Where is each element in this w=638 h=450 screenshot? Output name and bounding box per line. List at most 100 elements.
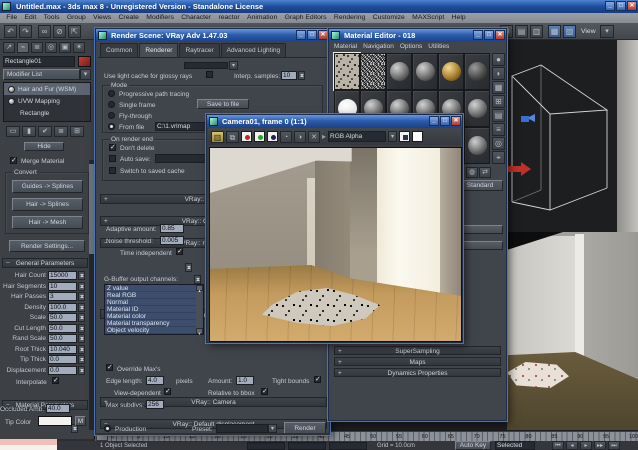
- relative-bbox-checkbox[interactable]: [261, 388, 268, 395]
- modifier-enable-icon[interactable]: [8, 98, 15, 105]
- material-slot-3[interactable]: [386, 53, 412, 90]
- gbuffer-channel-z-value[interactable]: Z value: [105, 285, 203, 292]
- truncated-control[interactable]: [184, 62, 228, 69]
- me-close-icon[interactable]: ✕: [495, 30, 505, 40]
- switch-to-saved-checkbox[interactable]: [109, 167, 116, 174]
- use-glossy-checkbox[interactable]: [206, 71, 213, 78]
- menu-reactor[interactable]: reactor: [215, 13, 243, 23]
- noise-threshold-spinner[interactable]: [194, 275, 201, 284]
- menu-tools[interactable]: Tools: [40, 13, 62, 23]
- red-channel-button[interactable]: [241, 131, 252, 142]
- clone-window-icon[interactable]: ⧉: [226, 131, 239, 143]
- tab-create-icon[interactable]: ↗: [3, 42, 15, 53]
- edge-length-field[interactable]: 4.0: [146, 376, 164, 385]
- param-spinner[interactable]: [78, 271, 85, 280]
- stack-item-hair-and-fur-wsm[interactable]: Hair and Fur (WSM): [4, 83, 90, 95]
- preset-dropdown-icon[interactable]: ▾: [268, 424, 277, 433]
- minimize-icon[interactable]: _: [605, 1, 615, 11]
- menu-file[interactable]: File: [3, 13, 20, 23]
- interpolate-checkbox[interactable]: [52, 377, 59, 384]
- menu-views[interactable]: Views: [90, 13, 114, 23]
- param-spinner[interactable]: [78, 355, 85, 364]
- me-rollout-supersampling[interactable]: SuperSampling: [334, 346, 501, 355]
- render-scene-icon[interactable]: ▦: [548, 25, 561, 38]
- param-spinner[interactable]: [78, 313, 85, 322]
- gbuffer-channel-real-rgb[interactable]: Real RGB: [105, 292, 203, 299]
- param-spinner[interactable]: [78, 303, 85, 312]
- modifier-list-dropdown[interactable]: Modifier List: [3, 69, 80, 80]
- object-color-swatch[interactable]: [78, 56, 91, 67]
- adaptive-amount-spinner[interactable]: [185, 263, 192, 272]
- mode-single-frame-radio[interactable]: [108, 101, 115, 108]
- panel-scrollbar-thumb[interactable]: [89, 164, 94, 254]
- tab-utilities-icon[interactable]: ✶: [73, 42, 85, 53]
- modifier-stack[interactable]: Hair and Fur (WSM)UVW MappingRectangle: [3, 82, 91, 122]
- gbuffer-channel-material-id[interactable]: Material ID: [105, 306, 203, 313]
- monochrome-icon[interactable]: ◑: [294, 131, 306, 143]
- view-dropdown[interactable]: ▾: [600, 25, 614, 38]
- preset-dropdown[interactable]: [216, 424, 268, 433]
- me-maximize-icon[interactable]: □: [484, 30, 494, 40]
- object-name-field[interactable]: Rectangle01: [3, 56, 75, 67]
- unlink-icon[interactable]: ⊘: [53, 25, 66, 38]
- material-slot-12[interactable]: [464, 90, 490, 127]
- param-field-rand-scale[interactable]: 50.0: [48, 334, 77, 343]
- param-field-root-thick[interactable]: 10.040: [48, 345, 77, 354]
- noise-threshold-field[interactable]: 0.005: [160, 236, 184, 245]
- gbuffer-channel-object-velocity[interactable]: Object velocity: [105, 327, 203, 334]
- tab-advanced-lighting[interactable]: Advanced Lighting: [221, 43, 287, 57]
- guides-splines-button[interactable]: Guides -> Splines: [12, 180, 83, 193]
- save-bitmap-icon[interactable]: ▥: [211, 131, 224, 143]
- material-slot-2[interactable]: [360, 53, 386, 90]
- rd-close-icon[interactable]: ✕: [318, 30, 328, 40]
- maximize-icon[interactable]: □: [616, 1, 626, 11]
- material-slot-5[interactable]: [438, 53, 464, 90]
- menu-customize[interactable]: Customize: [369, 13, 407, 23]
- param-spinner[interactable]: [78, 324, 85, 333]
- gbuffer-channels-list[interactable]: Z valueReal RGBNormalMaterial IDMaterial…: [104, 284, 204, 335]
- rw-maximize-icon[interactable]: □: [440, 116, 450, 126]
- clear-icon[interactable]: ✕: [308, 131, 320, 143]
- gbuffer-channel-material-color[interactable]: Material color: [105, 313, 203, 320]
- material-slot-4[interactable]: [412, 53, 438, 90]
- menu-edit[interactable]: Edit: [21, 13, 39, 23]
- menu-rendering[interactable]: Rendering: [331, 13, 369, 23]
- material-type-button[interactable]: Standard: [457, 180, 503, 191]
- menu-animation[interactable]: Animation: [244, 13, 281, 23]
- material-editor-titlebar[interactable]: Material Editor - 018 _ □ ✕: [329, 29, 506, 42]
- tight-bounds-checkbox[interactable]: [314, 376, 321, 383]
- hair-mesh-button[interactable]: Hair -> Mesh: [12, 216, 83, 229]
- blue-channel-button[interactable]: [267, 131, 278, 142]
- rd-maximize-icon[interactable]: □: [307, 30, 317, 40]
- render-settings-button[interactable]: Render Settings...: [9, 240, 85, 252]
- tab-hierarchy-icon[interactable]: ≣: [31, 42, 43, 53]
- me-minimize-icon[interactable]: _: [473, 30, 483, 40]
- menu-help[interactable]: Help: [448, 13, 468, 23]
- interp-samples-field[interactable]: 10: [281, 71, 297, 80]
- me-menu-material[interactable]: Material: [334, 42, 357, 51]
- video-color-check-icon[interactable]: ▤: [492, 109, 505, 122]
- param-field-displacement[interactable]: 0.0: [48, 366, 77, 375]
- tip-color-swatch[interactable]: [38, 416, 72, 426]
- background-icon[interactable]: ▦: [492, 81, 505, 94]
- link-icon[interactable]: ∞: [38, 25, 51, 38]
- production-radio[interactable]: [104, 425, 111, 432]
- general-parameters-rollout[interactable]: General Parameters: [2, 258, 88, 268]
- sample-tiling-icon[interactable]: ⊞: [492, 95, 505, 108]
- override-max-checkbox[interactable]: [106, 364, 113, 371]
- param-field-scale[interactable]: 50.0: [48, 313, 77, 322]
- panel-scrollbar[interactable]: [89, 160, 94, 430]
- mode-from-file-radio[interactable]: [108, 123, 115, 130]
- show-end-result-icon[interactable]: ▮: [22, 126, 36, 137]
- hair-splines-button[interactable]: Hair -> Splines: [12, 198, 83, 211]
- rd-minimize-icon[interactable]: _: [296, 30, 306, 40]
- tab-motion-icon[interactable]: ◎: [45, 42, 57, 53]
- assign-material-icon[interactable]: ⇄: [479, 167, 491, 178]
- param-spinner[interactable]: [78, 366, 85, 375]
- rw-close-icon[interactable]: ✕: [451, 116, 461, 126]
- material-slot-18[interactable]: [464, 127, 490, 164]
- mode-fly-through-radio[interactable]: [108, 112, 115, 119]
- param-field-hair-count[interactable]: 15000: [48, 271, 77, 280]
- select-by-material-icon[interactable]: ⌖: [492, 151, 505, 164]
- param-field-hair-segments[interactable]: 10: [48, 282, 77, 291]
